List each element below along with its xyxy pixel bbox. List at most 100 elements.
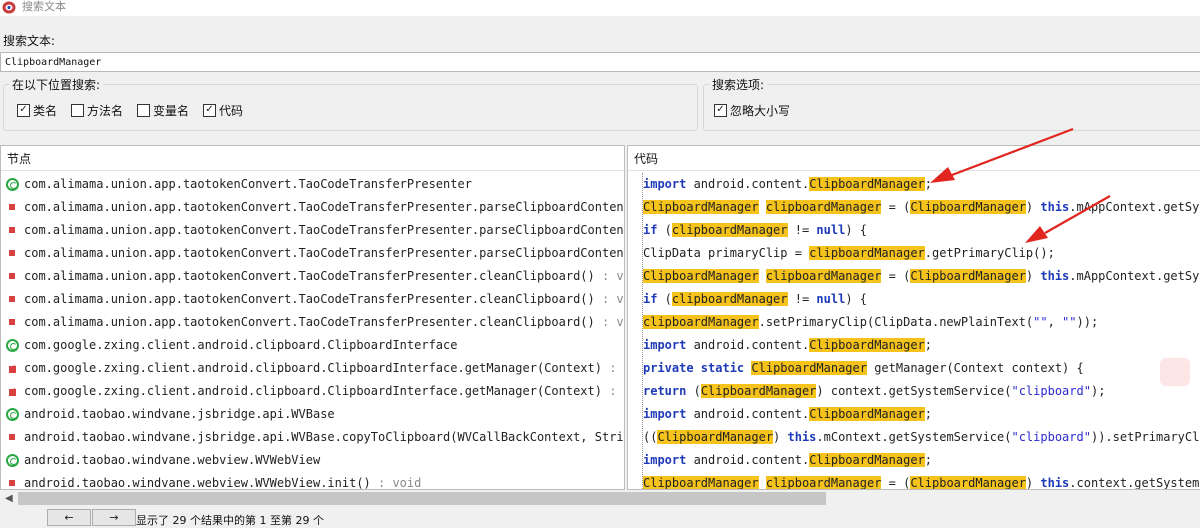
code-keyword: import bbox=[643, 338, 687, 352]
node-result-row[interactable]: com.alimama.union.app.taotokenConvert.Ta… bbox=[1, 196, 624, 219]
code-result-row[interactable]: return (ClipboardManager) context.getSys… bbox=[628, 380, 1200, 403]
code-result-row[interactable]: ((ClipboardManager) this.mContext.getSys… bbox=[628, 426, 1200, 449]
code-keyword: if bbox=[643, 223, 658, 237]
node-path: com.alimama.union.app.taotokenConvert.Ta… bbox=[24, 223, 624, 237]
search-options-legend: 搜索选项: bbox=[712, 78, 765, 92]
window-titlebar: 搜索文本 bbox=[0, 0, 1200, 16]
code-result-row[interactable]: import android.content.ClipboardManager; bbox=[628, 403, 1200, 426]
code-result-row[interactable]: ClipboardManager clipboardManager = (Cli… bbox=[628, 196, 1200, 219]
node-path: android.taobao.windvane.webview.WVWebVie… bbox=[24, 453, 321, 467]
node-result-row[interactable]: com.alimama.union.app.taotokenConvert.Ta… bbox=[1, 173, 624, 196]
code-keyword: null bbox=[816, 223, 846, 237]
node-path: android.taobao.windvane.jsbridge.api.WVB… bbox=[24, 407, 335, 421]
node-path: com.alimama.union.app.taotokenConvert.Ta… bbox=[24, 177, 472, 191]
code-text: android.content. bbox=[686, 453, 810, 467]
class-icon bbox=[6, 408, 19, 421]
code-keyword: import bbox=[643, 453, 687, 467]
code-text: ( bbox=[657, 292, 672, 306]
checkbox-class-name[interactable]: ✓ 类名 bbox=[17, 102, 57, 118]
code-keyword: return bbox=[643, 384, 687, 398]
node-path: android.taobao.windvane.jsbridge.api.WVB… bbox=[24, 430, 624, 444]
code-text: ) bbox=[1025, 476, 1041, 490]
code-result-row[interactable]: if (clipboardManager != null) { bbox=[628, 219, 1200, 242]
node-result-row[interactable]: android.taobao.windvane.webview.WVWebVie… bbox=[1, 472, 624, 490]
checkbox-box[interactable]: ✓ bbox=[203, 103, 216, 117]
code-text: ; bbox=[924, 177, 933, 191]
scrollbar-thumb[interactable] bbox=[18, 492, 826, 505]
search-input[interactable] bbox=[0, 52, 1200, 72]
code-text: = ( bbox=[881, 269, 911, 283]
node-return-type: : Cli bbox=[609, 361, 624, 375]
code-keyword: this bbox=[787, 430, 817, 444]
code-text: ) bbox=[773, 430, 788, 444]
checkbox-method-name[interactable]: 方法名 bbox=[71, 102, 123, 118]
code-text: .getPrimaryClip(); bbox=[924, 246, 1055, 260]
match-highlight: ClipboardManager bbox=[910, 269, 1026, 283]
node-result-row[interactable]: com.alimama.union.app.taotokenConvert.Ta… bbox=[1, 219, 624, 242]
code-text: ) { bbox=[845, 223, 867, 237]
checkbox-box[interactable] bbox=[137, 103, 150, 117]
method-icon bbox=[6, 224, 19, 237]
checkbox-box[interactable]: ✓ bbox=[17, 103, 30, 117]
method-icon bbox=[6, 201, 19, 214]
node-result-row[interactable]: com.google.zxing.client.android.clipboar… bbox=[1, 334, 624, 357]
floating-search-badge[interactable] bbox=[1160, 358, 1190, 386]
node-result-row[interactable]: com.google.zxing.client.android.clipboar… bbox=[1, 357, 624, 380]
code-results-pane[interactable]: 代码 import android.content.ClipboardManag… bbox=[627, 145, 1200, 490]
checkbox-label: 代码 bbox=[219, 103, 244, 118]
code-result-row[interactable]: import android.content.ClipboardManager; bbox=[628, 449, 1200, 472]
code-text: = ( bbox=[881, 476, 911, 490]
search-scope-legend: 在以下位置搜索: bbox=[12, 78, 101, 92]
node-result-row[interactable]: android.taobao.windvane.jsbridge.api.WVB… bbox=[1, 403, 624, 426]
node-result-row[interactable]: com.google.zxing.client.android.clipboar… bbox=[1, 380, 624, 403]
match-highlight: clipboardManager bbox=[671, 292, 788, 306]
node-path: com.alimama.union.app.taotokenConvert.Ta… bbox=[24, 269, 595, 283]
code-text: getManager(Context context) { bbox=[866, 361, 1084, 375]
checkbox-box[interactable] bbox=[71, 103, 84, 117]
code-text: = ( bbox=[881, 200, 911, 214]
prev-page-button[interactable]: ← bbox=[47, 509, 91, 526]
node-result-row[interactable]: com.alimama.union.app.taotokenConvert.Ta… bbox=[1, 288, 624, 311]
scroll-left-icon[interactable]: ◀ bbox=[5, 493, 13, 504]
code-text: )).setPrimaryClip bbox=[1090, 430, 1200, 444]
code-result-row[interactable]: import android.content.ClipboardManager; bbox=[628, 173, 1200, 196]
match-highlight: ClipboardManager bbox=[809, 453, 925, 467]
match-highlight: clipboardManager bbox=[643, 315, 759, 329]
method-icon bbox=[6, 477, 19, 489]
code-keyword: this bbox=[1040, 476, 1070, 490]
node-result-row[interactable]: android.taobao.windvane.webview.WVWebVie… bbox=[1, 449, 624, 472]
code-text: ; bbox=[924, 338, 933, 352]
code-result-row[interactable]: ClipboardManager clipboardManager = (Cli… bbox=[628, 472, 1200, 490]
code-string: "clipboard" bbox=[1011, 384, 1091, 398]
node-result-row[interactable]: com.alimama.union.app.taotokenConvert.Ta… bbox=[1, 311, 624, 334]
match-highlight: ClipboardManager bbox=[809, 407, 925, 421]
class-icon bbox=[6, 178, 19, 191]
node-result-row[interactable]: com.alimama.union.app.taotokenConvert.Ta… bbox=[1, 265, 624, 288]
node-results-pane[interactable]: 节点 com.alimama.union.app.taotokenConvert… bbox=[0, 145, 625, 490]
code-text: android.content. bbox=[686, 407, 810, 421]
checkbox-code[interactable]: ✓ 代码 bbox=[203, 102, 243, 118]
method-icon bbox=[6, 293, 19, 306]
checkbox-ignore-case[interactable]: ✓ 忽略大小写 bbox=[714, 102, 790, 118]
checkbox-variable-name[interactable]: 变量名 bbox=[137, 102, 189, 118]
match-highlight: clipboardManager bbox=[765, 269, 882, 283]
code-result-row[interactable]: private static ClipboardManager getManag… bbox=[628, 357, 1200, 380]
code-keyword: if bbox=[643, 292, 658, 306]
code-text: != bbox=[787, 223, 817, 237]
node-return-type: : void bbox=[601, 292, 624, 306]
horizontal-scrollbar[interactable]: ◀ bbox=[0, 490, 1200, 507]
code-result-row[interactable]: ClipboardManager clipboardManager = (Cli… bbox=[628, 265, 1200, 288]
checkbox-box[interactable]: ✓ bbox=[714, 103, 727, 117]
code-keyword: this bbox=[1040, 200, 1070, 214]
code-result-row[interactable]: ClipData primaryClip = clipboardManager.… bbox=[628, 242, 1200, 265]
code-keyword: null bbox=[816, 292, 846, 306]
match-highlight: clipboardManager bbox=[809, 246, 925, 260]
next-page-button[interactable]: → bbox=[92, 509, 136, 526]
node-result-row[interactable]: android.taobao.windvane.jsbridge.api.WVB… bbox=[1, 426, 624, 449]
node-result-row[interactable]: com.alimama.union.app.taotokenConvert.Ta… bbox=[1, 242, 624, 265]
code-result-row[interactable]: import android.content.ClipboardManager; bbox=[628, 334, 1200, 357]
node-path: android.taobao.windvane.webview.WVWebVie… bbox=[24, 476, 371, 490]
code-result-row[interactable]: clipboardManager.setPrimaryClip(ClipData… bbox=[628, 311, 1200, 334]
code-result-row[interactable]: if (clipboardManager != null) { bbox=[628, 288, 1200, 311]
